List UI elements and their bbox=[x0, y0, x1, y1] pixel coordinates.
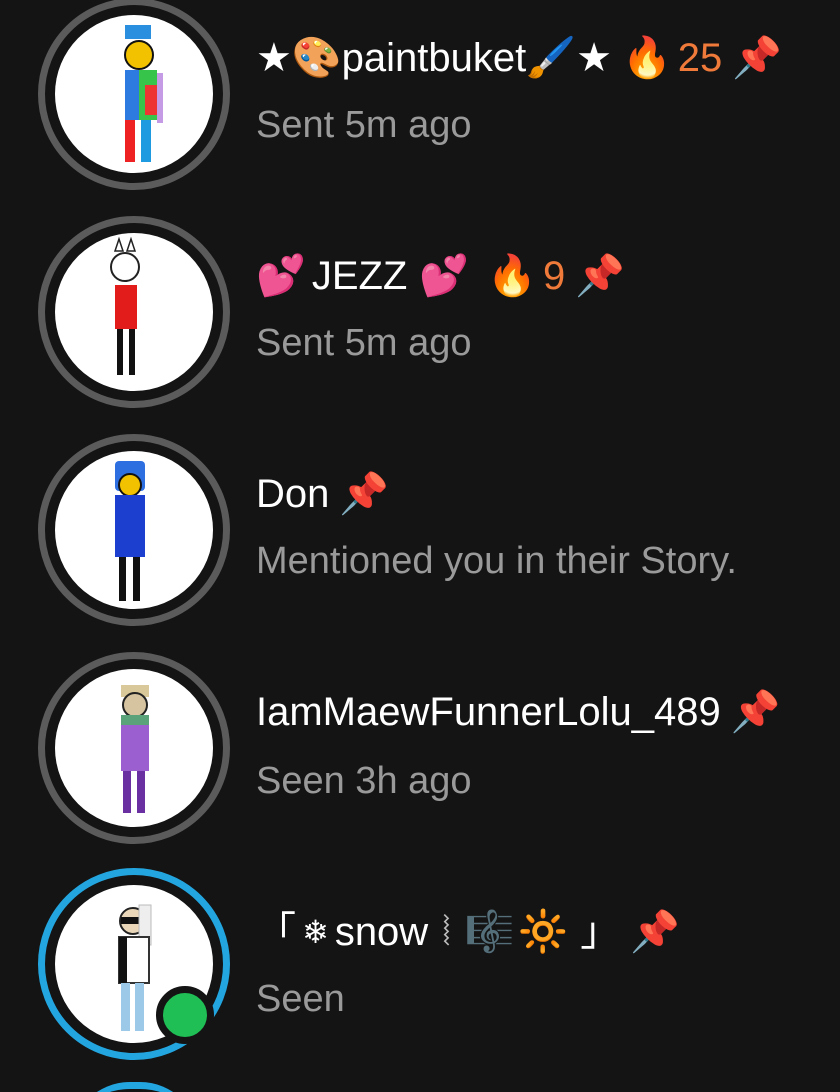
chat-row-snow[interactable]: 「 ❄ snow ⦚ 🎼 🔆 」 📌 Seen bbox=[0, 862, 840, 1062]
fire-icon: 🔥 bbox=[621, 36, 672, 80]
star-decoration: ★ bbox=[256, 36, 292, 80]
pin-icon: 📌 bbox=[575, 254, 626, 298]
bracket-close: 」 bbox=[580, 910, 621, 954]
online-indicator bbox=[156, 986, 214, 1044]
pin-icon: 📌 bbox=[339, 472, 390, 516]
next-avatar-ring bbox=[70, 1082, 200, 1092]
avatar[interactable] bbox=[38, 652, 230, 844]
chat-row-iammaewfunnerlolu[interactable]: IamMaewFunnerLolu_489 📌 Seen 3h ago bbox=[0, 646, 840, 846]
chat-status: Sent 5m ago bbox=[256, 104, 472, 146]
two-hearts-icon: 💕 bbox=[256, 254, 306, 298]
chat-name: Don 📌 bbox=[256, 470, 389, 518]
chat-list: ★ 🎨 paintbuket 🖌️ ★ 🔥 25 📌 Sent 5m ago 💕… bbox=[0, 0, 840, 1092]
bracket-open: 「 bbox=[256, 910, 296, 954]
chat-name-text: snow bbox=[334, 910, 429, 954]
vine-decoration-icon: ⦚ bbox=[442, 910, 451, 954]
chat-name: 💕 JEZZ 💕 🔥 9 📌 bbox=[256, 252, 625, 300]
chat-name: 「 ❄ snow ⦚ 🎼 🔆 」 📌 bbox=[256, 908, 680, 956]
music-sheet-icon: 🎼 bbox=[464, 910, 515, 954]
fire-icon: 🔥 bbox=[487, 254, 537, 298]
chat-status: Seen 3h ago bbox=[256, 760, 472, 802]
pin-icon: 📌 bbox=[730, 690, 781, 734]
chat-name-text: JEZZ bbox=[311, 254, 408, 298]
pin-icon: 📌 bbox=[630, 910, 681, 954]
chat-name-text: paintbuket bbox=[341, 36, 527, 80]
sun-icon: 🔆 bbox=[518, 910, 569, 954]
chat-status: Seen bbox=[256, 978, 345, 1020]
chat-name-text: Don bbox=[256, 472, 330, 516]
pin-icon: 📌 bbox=[732, 36, 783, 80]
chat-name-text: IamMaewFunnerLolu_489 bbox=[256, 690, 721, 734]
snowflake-icon: ❄ bbox=[302, 914, 329, 950]
palette-icon: 🎨 bbox=[291, 36, 342, 80]
avatar-purple-character-icon bbox=[55, 669, 213, 827]
chat-row-don[interactable]: Don 📌 Mentioned you in their Story. bbox=[0, 426, 840, 626]
streak-count: 25 bbox=[677, 36, 723, 80]
two-hearts-icon: 💕 bbox=[419, 254, 470, 298]
chat-row-jezz[interactable]: 💕 JEZZ 💕 🔥 9 📌 Sent 5m ago bbox=[0, 206, 840, 408]
avatar-blue-hood-character-icon bbox=[55, 451, 213, 609]
chat-name: ★ 🎨 paintbuket 🖌️ ★ 🔥 25 📌 bbox=[256, 34, 782, 82]
paintbrush-icon: 🖌️ bbox=[526, 36, 577, 80]
star-decoration: ★ bbox=[576, 36, 612, 80]
avatar[interactable] bbox=[38, 868, 230, 1060]
avatar-rainbow-character-icon bbox=[55, 15, 213, 173]
streak-count: 9 bbox=[542, 254, 566, 298]
chat-row-paintbuket[interactable]: ★ 🎨 paintbuket 🖌️ ★ 🔥 25 📌 Sent 5m ago bbox=[0, 0, 840, 198]
chat-status: Sent 5m ago bbox=[256, 322, 472, 364]
avatar[interactable] bbox=[38, 0, 230, 190]
chat-name: IamMaewFunnerLolu_489 📌 bbox=[256, 688, 781, 736]
avatar-red-shirt-character-icon bbox=[55, 233, 213, 391]
avatar[interactable] bbox=[38, 434, 230, 626]
avatar[interactable] bbox=[38, 216, 230, 408]
chat-status: Mentioned you in their Story. bbox=[256, 540, 737, 582]
